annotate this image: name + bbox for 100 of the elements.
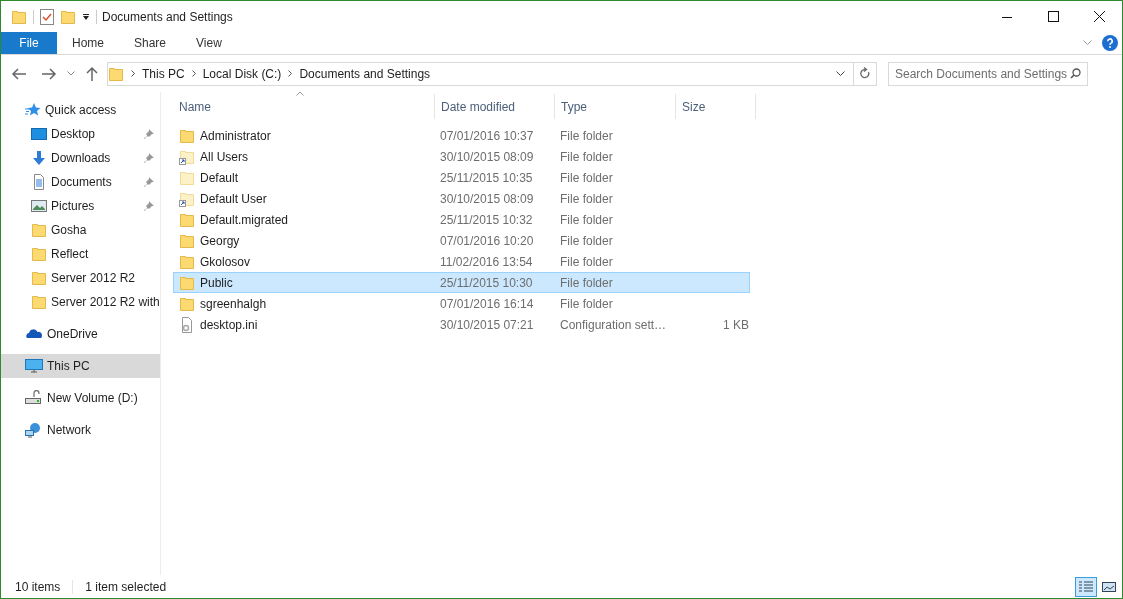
column-header[interactable]: Name — [179, 97, 211, 116]
type-cell: File folder — [560, 233, 613, 248]
chevron-icon[interactable] — [131, 70, 135, 77]
ribbon-tab[interactable]: Share — [119, 32, 182, 54]
nav-item[interactable]: Server 2012 R2 — [1, 266, 160, 290]
column-header[interactable]: Type — [561, 97, 587, 116]
dropdown-icon[interactable] — [836, 70, 845, 77]
folder-icon — [11, 8, 27, 25]
nav-item[interactable]: Pictures — [1, 194, 160, 218]
folder-shortcut-icon — [179, 148, 195, 165]
forward-arrow-icon[interactable] — [41, 66, 57, 81]
address-bar[interactable]: This PC Local Disk (C:) Documents and Settings — [107, 61, 877, 86]
settings-file-icon — [179, 316, 195, 333]
file-row[interactable]: Georgy 07/01/2016 10:20 File folder — [173, 230, 750, 251]
file-row[interactable]: Default 25/11/2015 10:35 File folder — [173, 167, 750, 188]
breadcrumb-item[interactable]: This PC — [142, 64, 185, 83]
date-cell: 30/10/2015 07:21 — [440, 317, 534, 332]
size-cell: 1 KB — [723, 317, 749, 332]
type-cell: File folder — [560, 191, 613, 206]
chevron-icon[interactable] — [191, 70, 196, 77]
chevron-icon[interactable] — [288, 70, 293, 77]
type-cell: File folder — [560, 149, 613, 164]
breadcrumb-item[interactable]: Local Disk (C:) — [202, 64, 282, 83]
nav-item[interactable]: Downloads — [1, 146, 160, 170]
folder-icon — [179, 211, 195, 228]
drive-icon — [25, 390, 43, 406]
folder-shortcut-icon — [179, 190, 195, 207]
column-header[interactable]: Date modified — [441, 97, 516, 116]
computer-icon — [25, 358, 43, 374]
pin-icon — [144, 153, 154, 163]
refresh-icon[interactable] — [859, 67, 871, 80]
nav-item[interactable]: Quick access — [1, 98, 160, 122]
window-title: Documents and Settings — [102, 8, 233, 26]
file-name: sgreenhalgh — [200, 295, 267, 313]
file-row[interactable]: sgreenhalgh 07/01/2016 16:14 File folder — [173, 293, 750, 314]
type-cell: Configuration sett… — [560, 317, 667, 332]
folder-icon — [31, 294, 47, 310]
type-cell: File folder — [560, 170, 613, 185]
date-cell: 25/11/2015 10:32 — [440, 212, 533, 227]
file-row[interactable]: Default.migrated 25/11/2015 10:32 File folder — [173, 209, 750, 230]
ribbon-tab[interactable]: Home — [57, 32, 119, 54]
folder-icon — [179, 274, 195, 291]
type-cell: File folder — [560, 254, 613, 269]
maximize-icon — [1047, 11, 1059, 22]
file-row[interactable]: Gkolosov 11/02/2016 13:54 File folder — [173, 251, 750, 272]
file-name: Gkolosov — [200, 253, 251, 271]
folder-icon — [179, 253, 195, 270]
network-icon — [25, 422, 43, 438]
ribbon-tab[interactable]: File — [1, 32, 57, 54]
search-field[interactable]: Search Documents and Settings — [888, 61, 1088, 86]
image-icon — [1102, 580, 1116, 593]
file-row[interactable]: Default User 30/10/2015 08:09 File folder — [173, 188, 750, 209]
breadcrumb-item[interactable]: Documents and Settings — [299, 64, 431, 83]
type-cell: File folder — [560, 275, 613, 290]
file-name: Default — [200, 169, 239, 187]
desktop-icon — [31, 126, 47, 142]
selection-count: 1 item selected — [85, 578, 167, 596]
date-cell: 25/11/2015 10:35 — [440, 170, 533, 185]
date-cell: 07/01/2016 10:20 — [440, 233, 534, 248]
file-name: Public — [200, 274, 233, 292]
file-row[interactable]: desktop.ini 30/10/2015 07:21 Configuration sett… 1 KB — [173, 314, 750, 335]
recent-locations-icon[interactable] — [67, 71, 75, 76]
date-cell: 11/02/2016 13:54 — [440, 254, 533, 269]
nav-item[interactable]: Documents — [1, 170, 160, 194]
nav-item[interactable]: New Volume (D:) — [1, 386, 160, 410]
folder-icon — [179, 169, 195, 186]
nav-item[interactable]: Server 2012 R2 with — [1, 290, 160, 314]
nav-item[interactable]: OneDrive — [1, 322, 160, 346]
nav-item[interactable]: Desktop — [1, 122, 160, 146]
file-name: desktop.ini — [200, 316, 258, 334]
file-row[interactable]: Public 25/11/2015 10:30 File folder — [173, 272, 750, 293]
expand-ribbon-icon[interactable] — [1083, 40, 1092, 46]
document-icon — [31, 174, 47, 190]
file-name: Default User — [200, 190, 267, 208]
file-name: Georgy — [200, 232, 240, 250]
download-arrow-icon — [31, 150, 47, 166]
up-arrow-icon[interactable] — [85, 65, 99, 82]
nav-item[interactable]: This PC — [1, 354, 160, 378]
help-icon[interactable] — [1102, 35, 1118, 51]
column-header[interactable]: Size — [682, 97, 706, 116]
type-cell: File folder — [560, 212, 613, 227]
dropdown-icon[interactable] — [82, 12, 90, 21]
file-row[interactable]: Administrator 07/01/2016 10:37 File folder — [173, 125, 750, 146]
file-name: All Users — [200, 148, 248, 166]
file-row[interactable]: All Users 30/10/2015 08:09 File folder — [173, 146, 750, 167]
file-name: Default.migrated — [200, 211, 289, 229]
close-icon — [1093, 11, 1105, 22]
properties-icon[interactable] — [40, 8, 54, 25]
nav-item[interactable]: Gosha — [1, 218, 160, 242]
nav-item[interactable]: Reflect — [1, 242, 160, 266]
nav-item[interactable]: Network — [1, 418, 160, 442]
details-list-icon — [1079, 580, 1093, 593]
date-cell: 25/11/2015 10:30 — [440, 275, 533, 290]
folder-icon — [108, 65, 124, 82]
star-icon — [25, 102, 41, 118]
type-cell: File folder — [560, 296, 613, 311]
pin-icon — [144, 201, 154, 211]
back-arrow-icon[interactable] — [11, 66, 27, 81]
ribbon-tab[interactable]: View — [181, 32, 237, 54]
item-count: 10 items — [15, 578, 61, 596]
